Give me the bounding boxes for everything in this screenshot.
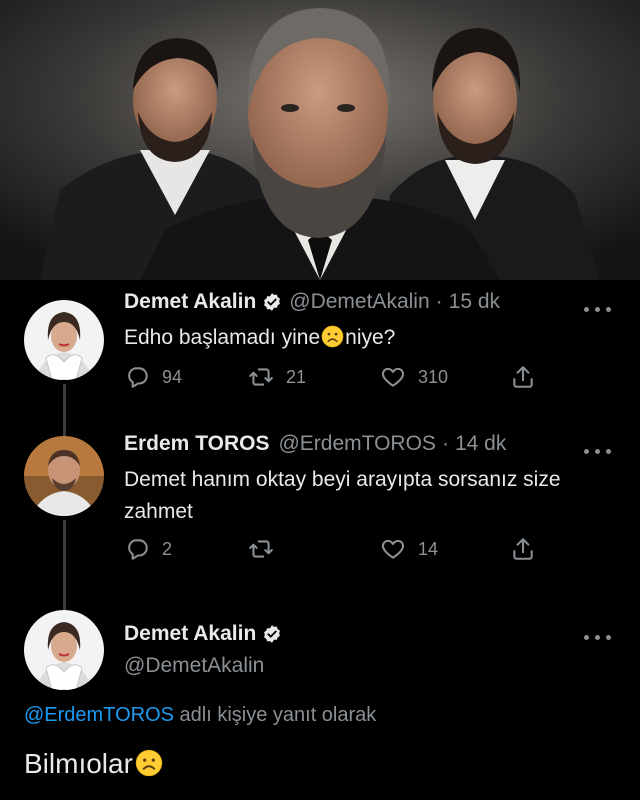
heart-icon	[381, 539, 405, 559]
share-icon	[513, 366, 533, 388]
reply-to-suffix: adlı kişiye yanıt olarak	[173, 704, 377, 726]
like-count: 310	[418, 366, 449, 387]
heart-icon	[381, 367, 405, 387]
like-count: 14	[418, 538, 439, 559]
reply-count: 2	[162, 538, 173, 559]
share-button[interactable]	[510, 364, 548, 390]
author-name[interactable]: Demet Akalin	[124, 290, 256, 314]
tweet-text-part-2: niye?	[345, 326, 396, 349]
tweet-text-part-1: Edho başlamadı yine	[124, 326, 321, 349]
reply-context: @ErdemTOROS adlı kişiye yanıt olarak	[24, 704, 376, 727]
frowning-face-emoji	[135, 749, 163, 777]
poster-illustration	[0, 0, 640, 280]
reply-button[interactable]: 94	[124, 364, 182, 390]
author-name[interactable]: Demet Akalin	[124, 622, 256, 646]
tweet-actions: 94 21 310	[124, 364, 544, 394]
retweet-button[interactable]	[248, 536, 286, 562]
author-name[interactable]: Erdem TOROS	[124, 432, 269, 456]
avatar-erdem-toros[interactable]	[24, 436, 104, 516]
avatar-demet-akalin[interactable]	[24, 610, 104, 690]
focused-tweet-name-row: Demet Akalin	[124, 622, 289, 646]
reply-to-mention-link[interactable]: @ErdemTOROS	[24, 704, 174, 726]
tweet-timestamp[interactable]: 15 dk	[449, 290, 500, 314]
avatar-image	[24, 610, 104, 690]
retweet-count: 21	[286, 366, 307, 387]
more-icon[interactable]	[584, 304, 612, 314]
tweet-actions: 2 14	[124, 536, 544, 566]
more-icon[interactable]	[584, 632, 612, 642]
reply-icon	[128, 539, 148, 560]
tweet-text: Demet hanım oktay beyi arayıpta sorsanız…	[124, 468, 561, 523]
retweet-button[interactable]: 21	[248, 364, 306, 390]
author-handle[interactable]: @ErdemTOROS	[278, 432, 435, 456]
avatar-image	[24, 436, 104, 516]
verified-badge-icon	[264, 625, 281, 643]
focused-tweet-handle-row: @DemetAkalin	[124, 654, 264, 678]
tweet-text: Edho başlamadı yine niye?	[124, 322, 618, 354]
frowning-face-emoji	[321, 325, 344, 348]
focused-tweet-text-body: Bilmıolar	[24, 748, 133, 779]
header-separator: ·	[435, 290, 443, 313]
verified-badge-icon	[264, 293, 281, 311]
like-button[interactable]: 310	[380, 364, 448, 390]
share-button[interactable]	[510, 536, 548, 562]
like-button[interactable]: 14	[380, 536, 438, 562]
retweet-icon	[249, 368, 273, 386]
avatar-image	[24, 300, 104, 380]
tweet-timestamp[interactable]: 14 dk	[455, 432, 506, 456]
focused-tweet-text: Bilmıolar	[24, 748, 164, 780]
reply-count: 94	[162, 366, 183, 387]
tweet-header: Erdem TOROS @ErdemTOROS · 14 dk	[124, 432, 506, 456]
retweet-icon	[249, 540, 273, 558]
thread-connector-line-bottom	[63, 520, 66, 612]
share-icon	[513, 538, 533, 560]
author-handle[interactable]: @DemetAkalin	[124, 654, 264, 678]
tweet-header: Demet Akalin @DemetAkalin · 15 dk	[124, 290, 500, 314]
header-separator: ·	[441, 432, 449, 455]
reply-icon	[128, 367, 148, 388]
more-icon[interactable]	[584, 446, 612, 456]
reply-button[interactable]: 2	[124, 536, 172, 562]
thread-connector-line-top	[63, 422, 66, 436]
author-handle[interactable]: @DemetAkalin	[289, 290, 429, 314]
avatar-demet-akalin[interactable]	[24, 300, 104, 380]
header-poster-image	[0, 0, 640, 280]
